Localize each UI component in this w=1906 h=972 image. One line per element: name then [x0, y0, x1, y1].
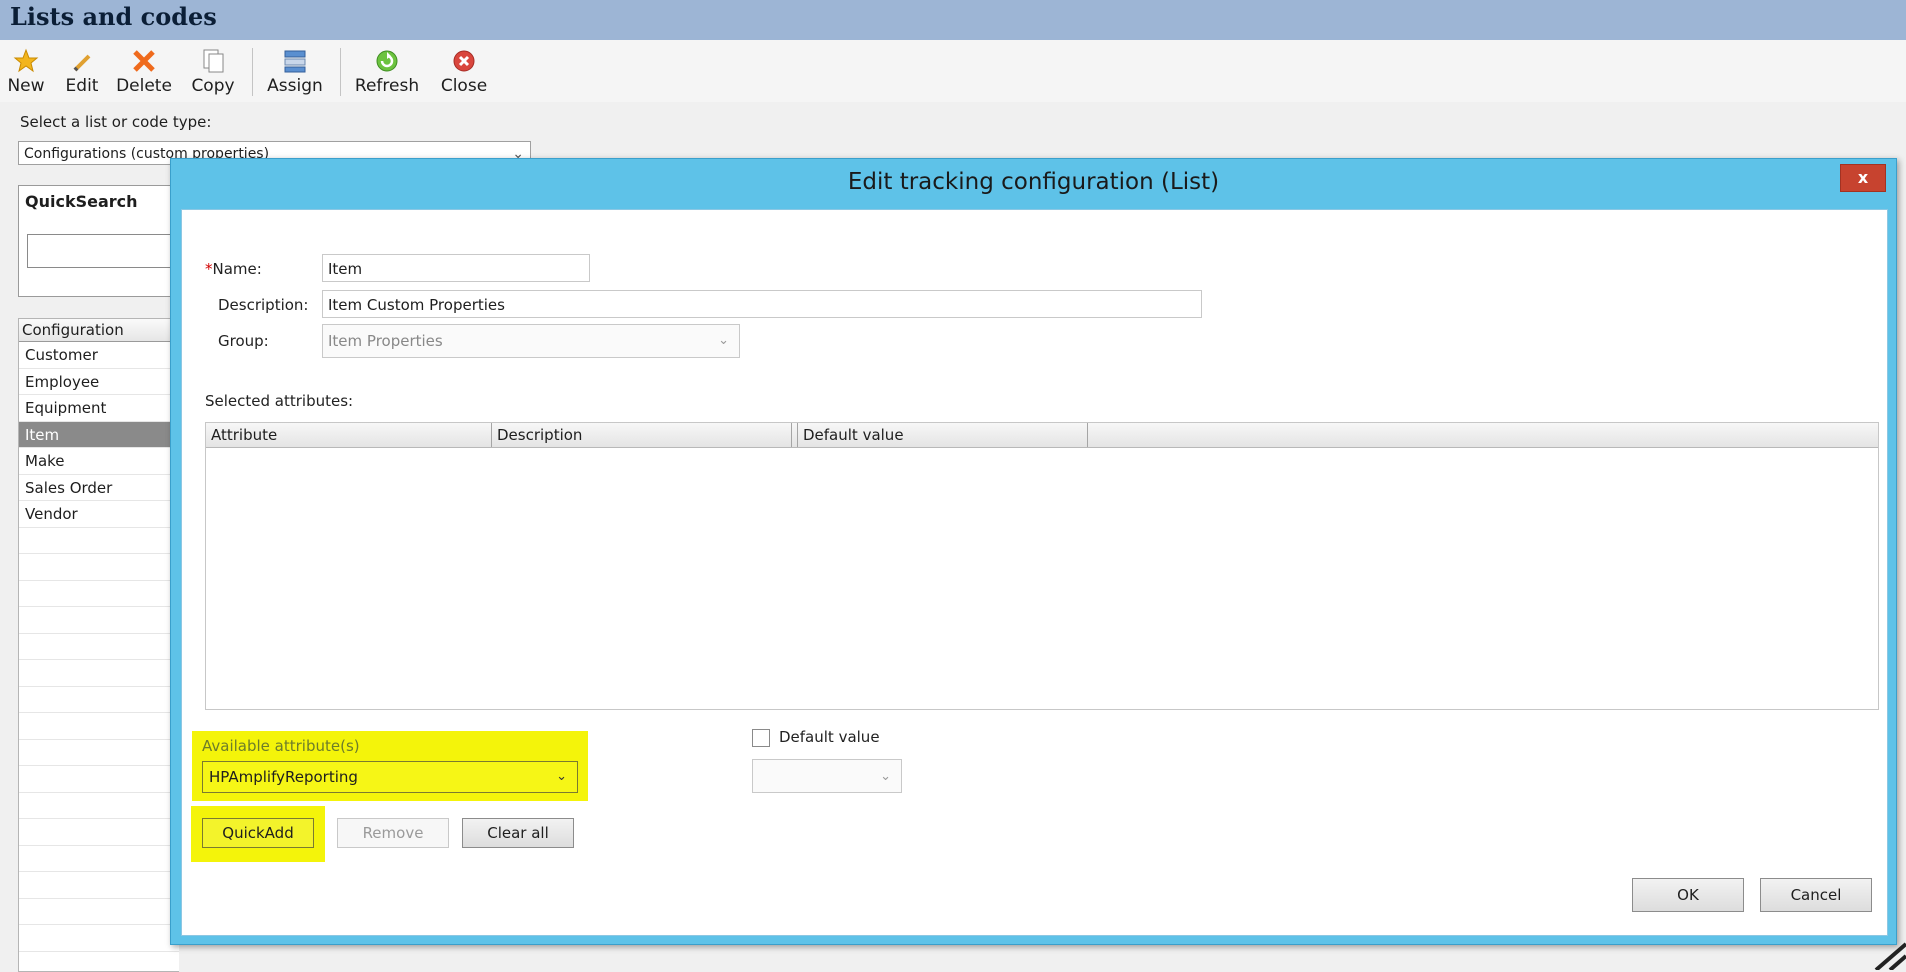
available-attributes-select[interactable]: HPAmplifyReporting ⌄: [202, 761, 578, 793]
available-attributes-label: Available attribute(s): [202, 737, 360, 755]
dialog-body: *Name: Item Description: Item Custom Pro…: [181, 209, 1888, 936]
refresh-button-label: Refresh: [352, 76, 422, 96]
edit-button[interactable]: Edit: [62, 44, 102, 100]
toolbar-separator: [340, 48, 341, 96]
grid-column-description[interactable]: Description: [492, 423, 792, 447]
name-field[interactable]: Item: [322, 254, 590, 282]
close-button-label: Close: [436, 76, 492, 96]
description-field[interactable]: Item Custom Properties: [322, 290, 1202, 318]
dialog-close-button[interactable]: x: [1840, 164, 1886, 192]
chevron-down-icon: ⌄: [880, 760, 891, 794]
empty-row: [19, 634, 179, 661]
empty-row: [19, 581, 179, 608]
selected-attributes-grid[interactable]: Attribute Description Default value: [205, 422, 1879, 710]
toolbar-separator: [252, 48, 253, 96]
empty-row: [19, 872, 179, 899]
list-item[interactable]: Make: [19, 448, 179, 475]
assign-button-label: Assign: [264, 76, 326, 96]
empty-row: [19, 660, 179, 687]
close-icon: x: [1858, 168, 1868, 187]
empty-row: [19, 793, 179, 820]
quicksearch-title: QuickSearch: [25, 192, 138, 211]
group-value: Item Properties: [328, 332, 443, 350]
name-label: *Name:: [205, 260, 262, 278]
pencil-icon: [62, 44, 102, 74]
default-value-select[interactable]: ⌄: [752, 759, 902, 793]
list-type-label: Select a list or code type:: [20, 113, 211, 131]
copy-button-label: Copy: [188, 76, 238, 96]
selected-attributes-label: Selected attributes:: [205, 392, 353, 410]
app-title: Lists and codes: [10, 2, 217, 31]
ok-button[interactable]: OK: [1632, 878, 1744, 912]
list-item[interactable]: Sales Order: [19, 475, 179, 502]
empty-row: [19, 740, 179, 767]
list-item[interactable]: Employee: [19, 369, 179, 396]
close-circle-icon: [436, 44, 492, 74]
refresh-icon: [352, 44, 422, 74]
default-value-checkbox[interactable]: [752, 729, 770, 747]
copy-icon: [188, 44, 238, 74]
empty-row: [19, 925, 179, 952]
chevron-down-icon: ⌄: [718, 325, 729, 357]
configuration-column-header[interactable]: Configuration: [19, 319, 179, 342]
empty-row: [19, 899, 179, 926]
copy-button[interactable]: Copy: [188, 44, 238, 100]
group-label: Group:: [218, 332, 269, 350]
delete-button[interactable]: Delete: [114, 44, 174, 100]
chevron-down-icon: ⌄: [556, 762, 567, 792]
quickadd-button[interactable]: QuickAdd: [202, 818, 314, 848]
new-button-label: New: [6, 76, 46, 96]
grid-column-default-value[interactable]: Default value: [798, 423, 1088, 447]
clear-all-button[interactable]: Clear all: [462, 818, 574, 848]
close-button[interactable]: Close: [436, 44, 492, 100]
available-attributes-value: HPAmplifyReporting: [209, 768, 358, 786]
default-value-label: Default value: [779, 728, 880, 746]
empty-row: [19, 528, 179, 555]
edit-button-label: Edit: [62, 76, 102, 96]
grid-column-attribute[interactable]: Attribute: [206, 423, 492, 447]
list-item[interactable]: Equipment: [19, 395, 179, 422]
description-label: Description:: [218, 296, 308, 314]
empty-row: [19, 554, 179, 581]
delete-button-label: Delete: [114, 76, 174, 96]
configuration-list: Configuration Customer Employee Equipmen…: [18, 318, 179, 972]
quicksearch-input[interactable]: [27, 234, 189, 268]
app-titlebar: Lists and codes: [0, 0, 1906, 41]
edit-tracking-configuration-dialog: Edit tracking configuration (List) x *Na…: [170, 158, 1897, 945]
quicksearch-panel: QuickSearch: [18, 185, 179, 297]
name-label-text: Name:: [213, 260, 262, 278]
list-item-selected[interactable]: Item: [19, 422, 179, 449]
empty-row: [19, 846, 179, 873]
list-item[interactable]: Vendor: [19, 501, 179, 528]
remove-button[interactable]: Remove: [337, 818, 449, 848]
dialog-title: Edit tracking configuration (List): [171, 169, 1896, 195]
group-select[interactable]: Item Properties ⌄: [322, 324, 740, 358]
refresh-button[interactable]: Refresh: [352, 44, 422, 100]
assign-button[interactable]: Assign: [264, 44, 326, 100]
grid-header: Attribute Description Default value: [206, 423, 1878, 448]
empty-row: [19, 687, 179, 714]
empty-row: [19, 713, 179, 740]
list-item[interactable]: Customer: [19, 342, 179, 369]
required-mark: *: [205, 260, 213, 278]
star-icon: [6, 44, 46, 74]
empty-row: [19, 819, 179, 846]
empty-row: [19, 952, 179, 972]
delete-x-icon: [114, 44, 174, 74]
toolbar: New Edit Delete Copy Assign Refresh: [0, 40, 1906, 102]
empty-row: [19, 607, 179, 634]
resize-grip-icon[interactable]: [1866, 940, 1906, 970]
cancel-button[interactable]: Cancel: [1760, 878, 1872, 912]
empty-row: [19, 766, 179, 793]
new-button[interactable]: New: [6, 44, 46, 100]
assign-icon: [264, 44, 326, 74]
